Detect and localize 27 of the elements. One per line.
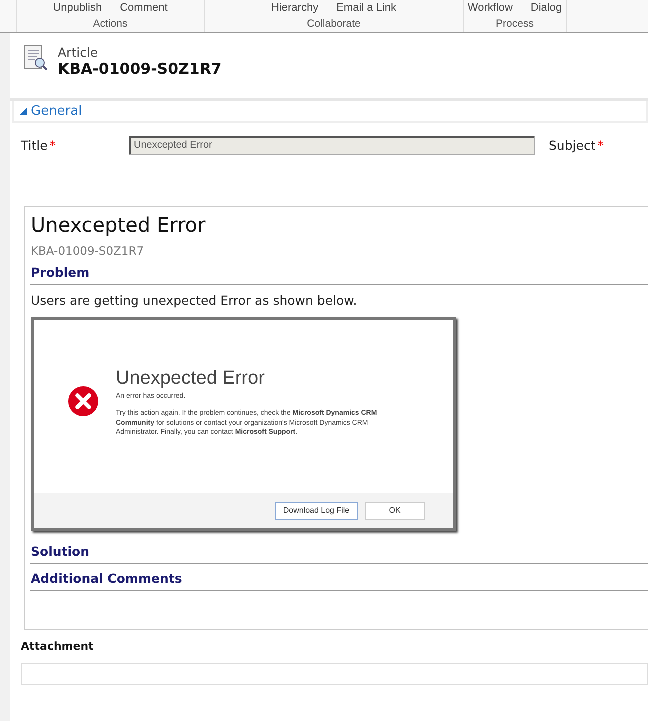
ribbon-button[interactable]: Workflow <box>468 1 513 15</box>
ribbon-group-label: Actions <box>93 18 128 30</box>
download-log-button[interactable]: Download Log File <box>275 502 358 520</box>
ribbon-button[interactable]: Dialog <box>530 1 562 15</box>
attachment-field[interactable] <box>21 663 648 685</box>
ribbon-button[interactable]: Email a Link <box>336 1 396 15</box>
error-icon <box>68 386 99 417</box>
attachment-label: Attachment <box>21 640 95 653</box>
section-heading: Additional Comments <box>30 564 648 591</box>
ribbon-group-label: Collaborate <box>307 18 361 30</box>
ok-button[interactable]: OK <box>365 502 425 520</box>
field-label: Title * <box>21 138 58 153</box>
ribbon-button[interactable]: Comment <box>120 1 168 15</box>
section-header[interactable]: General <box>12 101 648 123</box>
ribbon-button[interactable]: Unpublish <box>53 1 102 15</box>
section-heading: Solution <box>30 537 648 564</box>
input-field[interactable]: Unexcepted Error <box>129 136 535 155</box>
entity-label: Article <box>58 45 100 60</box>
ribbon-group-label: Process <box>496 18 534 30</box>
paragraph: Users are getting unexpected Error as shown below. <box>31 293 358 308</box>
ribbon-button[interactable]: Hierarchy <box>272 1 319 15</box>
dialog-title: Unexpected Error <box>116 368 266 390</box>
article-title: Unexcepted Error <box>31 213 207 237</box>
section-heading: Problem <box>30 258 648 285</box>
field-label: Subject * <box>549 138 604 153</box>
article-number: KBA-01009-S0Z1R7 <box>31 244 146 258</box>
record-title: KBA-01009-S0Z1R7 <box>58 60 222 78</box>
